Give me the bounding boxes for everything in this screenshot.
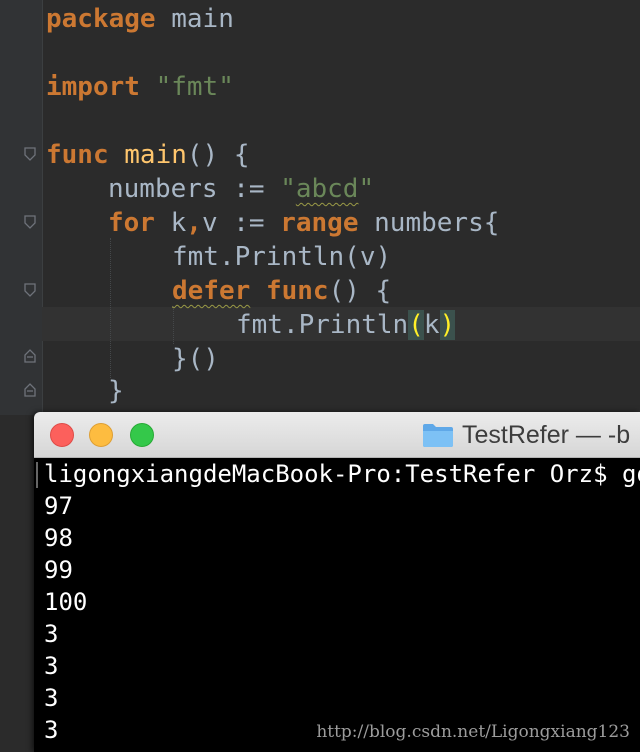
terminal-output-line: 97 [44, 492, 73, 520]
code-editor[interactable]: package main import "fmt" func main() { … [0, 0, 640, 415]
terminal-window[interactable]: TestRefer — -b ligongxiangdeMacBook-Pro:… [34, 412, 640, 752]
watermark-text: http://blog.csdn.net/Ligongxiang123 [316, 722, 630, 742]
terminal-titlebar[interactable]: TestRefer — -b [34, 412, 640, 458]
indent-guide [173, 306, 174, 344]
code-token: func [265, 276, 329, 306]
code-line[interactable]: fmt.Println(k) [236, 308, 456, 342]
code-token: " [280, 174, 296, 204]
terminal-mark [36, 462, 38, 488]
indent-guide [110, 238, 111, 378]
code-token: , [186, 208, 202, 238]
code-token: ( [408, 310, 424, 340]
code-token: import [46, 72, 140, 102]
code-token: numbers{ [358, 208, 500, 238]
code-token: ) [439, 310, 456, 340]
terminal-output-area[interactable]: ligongxiangdeMacBook-Pro:TestRefer Orz$ … [34, 458, 640, 752]
terminal-output-line: 100 [44, 588, 88, 616]
window-title: TestRefer — -b [462, 421, 631, 449]
code-token: () { [186, 140, 250, 170]
terminal-output-line: 3 [44, 620, 59, 648]
terminal-output-line: 99 [44, 556, 73, 584]
code-line[interactable]: import "fmt" [46, 70, 234, 104]
fold-end-marker-icon[interactable] [24, 383, 36, 397]
code-token: fmt.Println [236, 310, 409, 340]
code-token: abcd [295, 174, 359, 204]
code-token: main [124, 140, 187, 170]
code-token: numbers := [108, 174, 281, 204]
terminal-output-line: 3 [44, 652, 59, 680]
code-token: main [155, 4, 234, 34]
fold-marker-icon[interactable] [24, 147, 36, 161]
terminal-prompt-line: ligongxiangdeMacBook-Pro:TestRefer Orz$ … [44, 460, 640, 488]
code-line[interactable]: package main [46, 2, 234, 36]
terminal-output-line: 3 [44, 716, 59, 744]
code-token: " [358, 174, 375, 204]
editor-gutter [0, 0, 43, 415]
code-token: fmt.Println(v) [172, 242, 392, 272]
code-line[interactable]: fmt.Println(v) [172, 240, 391, 274]
terminal-output-line: 3 [44, 684, 59, 712]
terminal-output-line: 98 [44, 524, 73, 552]
close-window-button[interactable] [50, 423, 74, 447]
folder-icon [422, 422, 454, 448]
code-line[interactable]: func main() { [46, 138, 250, 172]
code-token: func [46, 140, 109, 170]
code-token: k [154, 208, 187, 238]
zoom-window-button[interactable] [130, 423, 154, 447]
minimize-window-button[interactable] [89, 423, 113, 447]
fold-marker-icon[interactable] [24, 215, 36, 229]
code-token: k [423, 310, 440, 340]
code-token: v := [201, 208, 281, 238]
code-line[interactable]: } [108, 374, 124, 408]
code-line[interactable]: numbers := "abcd" [108, 172, 374, 206]
code-token: package [46, 4, 156, 34]
code-token: }() [172, 344, 219, 374]
code-token: range [280, 208, 359, 238]
code-token: } [108, 376, 124, 406]
code-line[interactable]: for k,v := range numbers{ [108, 206, 499, 240]
fold-marker-icon[interactable] [24, 283, 36, 297]
code-line[interactable]: defer func() { [172, 274, 391, 308]
fold-end-marker-icon[interactable] [24, 349, 36, 363]
code-token: () { [328, 276, 392, 306]
code-line[interactable]: }() [172, 342, 219, 376]
code-token: defer [172, 276, 251, 306]
code-token: for [108, 208, 155, 238]
code-token: "fmt" [155, 72, 234, 102]
